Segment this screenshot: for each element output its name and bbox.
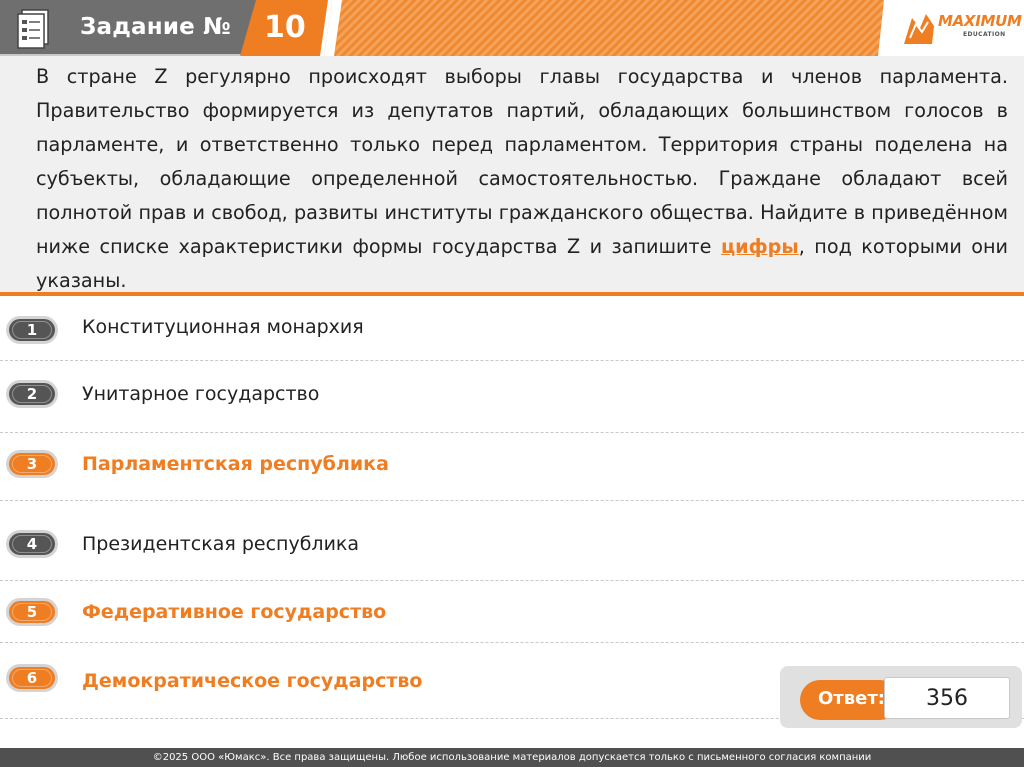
header-stripe-decoration — [334, 0, 884, 56]
option-label: Федеративное государство — [82, 601, 387, 623]
option-item-1[interactable]: 1 Конституционная монархия — [0, 300, 1024, 360]
task-number: 10 — [264, 10, 306, 45]
option-number-badge: 6 — [6, 664, 58, 692]
option-number: 6 — [26, 669, 38, 687]
option-divider — [0, 580, 1024, 581]
option-number-badge: 5 — [6, 598, 58, 626]
option-label: Парламентская республика — [82, 453, 389, 475]
option-item-3[interactable]: 3 Парламентская республика — [0, 436, 1024, 496]
option-number: 1 — [26, 321, 38, 339]
logo-subtext: EDUCATION — [963, 31, 1006, 38]
task-title: Задание № — [80, 14, 232, 40]
option-label: Демократическое государство — [82, 670, 423, 692]
option-label: Президентская республика — [82, 533, 360, 555]
option-number-badge: 3 — [6, 450, 58, 478]
option-number-badge: 4 — [6, 530, 58, 558]
question-highlight: цифры — [720, 235, 799, 258]
option-label: Конституционная монархия — [82, 316, 364, 338]
document-icon — [17, 9, 49, 49]
footer-copyright: ©2025 ООО «Юмакс». Все права защищены. Л… — [152, 752, 872, 763]
option-item-5[interactable]: 5 Федеративное государство — [0, 584, 1024, 644]
question-text-main: В стране Z регулярно происходят выборы г… — [36, 65, 1008, 258]
option-divider — [0, 432, 1024, 433]
option-divider — [0, 500, 1024, 501]
option-item-4[interactable]: 4 Президентская республика — [0, 516, 1024, 576]
option-number-badge: 2 — [6, 380, 58, 408]
option-label: Унитарное государство — [82, 383, 320, 405]
header-bar: Задание № 10 MAXIMUM EDUCATION — [0, 0, 1024, 56]
option-number: 2 — [26, 385, 38, 403]
option-divider — [0, 360, 1024, 361]
answer-value: 356 — [926, 686, 968, 711]
option-number: 3 — [26, 455, 38, 473]
answer-label: Ответ: — [818, 688, 885, 709]
logo-text: MAXIMUM — [938, 12, 1022, 30]
question-text: В стране Z регулярно происходят выборы г… — [36, 60, 1008, 298]
option-number-badge: 1 — [6, 316, 58, 344]
option-item-2[interactable]: 2 Унитарное государство — [0, 366, 1024, 426]
option-number: 5 — [26, 603, 38, 621]
option-number: 4 — [26, 535, 38, 553]
